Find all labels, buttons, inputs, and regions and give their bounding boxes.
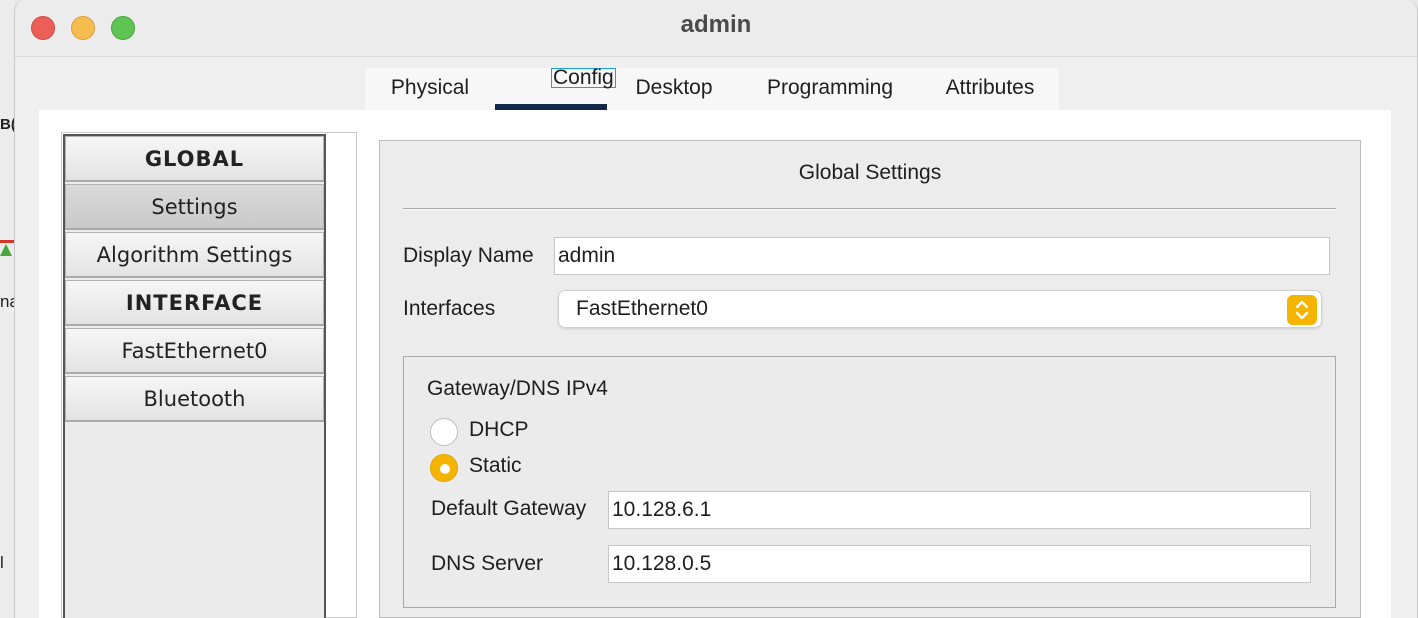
up-down-chevron-icon: [1287, 295, 1317, 325]
tab-programming[interactable]: Programming: [755, 68, 905, 110]
radio-unchecked-icon: [430, 418, 458, 446]
tab-desktop[interactable]: Desktop: [623, 68, 725, 110]
nav-item-bluetooth[interactable]: Bluetooth: [65, 376, 324, 422]
dns-server-input[interactable]: [608, 545, 1311, 583]
device-config-window: admin Physical Config Desktop Programmin…: [14, 0, 1418, 618]
config-nav-scroll-pane: GLOBAL Settings Algorithm Settings INTER…: [61, 132, 357, 618]
interfaces-select[interactable]: FastEthernet0: [558, 290, 1322, 328]
interfaces-label: Interfaces: [403, 297, 496, 320]
default-gateway-input[interactable]: [608, 491, 1311, 529]
nav-header-interface: INTERFACE: [65, 280, 324, 326]
display-name-label: Display Name: [403, 244, 534, 267]
static-radio-label: Static: [469, 454, 522, 477]
nav-header-global: GLOBAL: [65, 136, 324, 182]
nav-item-settings[interactable]: Settings: [65, 184, 324, 230]
panel-title: Global Settings: [798, 161, 942, 184]
tab-bar: Physical Config Desktop Programming Attr…: [365, 67, 1059, 111]
tab-config[interactable]: Config: [495, 67, 616, 111]
display-name-input[interactable]: [554, 237, 1330, 275]
config-content: GLOBAL Settings Algorithm Settings INTER…: [39, 110, 1391, 618]
divider: [403, 208, 1336, 209]
dhcp-radio-label: DHCP: [469, 418, 529, 441]
config-nav-list: GLOBAL Settings Algorithm Settings INTER…: [63, 134, 326, 618]
gateway-group-title: Gateway/DNS IPv4: [427, 377, 608, 400]
nav-item-fastethernet0[interactable]: FastEthernet0: [65, 328, 324, 374]
radio-checked-icon: [430, 454, 458, 482]
title-bar: admin: [15, 0, 1417, 57]
nav-item-algorithm-settings[interactable]: Algorithm Settings: [65, 232, 324, 278]
tab-attributes[interactable]: Attributes: [937, 68, 1043, 110]
tab-physical[interactable]: Physical: [379, 68, 481, 110]
dns-server-label: DNS Server: [431, 552, 544, 575]
tab-config-label: Config: [551, 66, 616, 89]
background-text-fragment: l: [0, 553, 4, 572]
gateway-dns-group: Gateway/DNS IPv4 DHCP Static Default Gat…: [403, 356, 1336, 608]
default-gateway-label: Default Gateway: [431, 497, 587, 520]
background-icon-fragment: [0, 240, 14, 256]
interfaces-select-value: FastEthernet0: [576, 297, 708, 320]
window-title: admin: [680, 11, 752, 38]
global-settings-panel: Global Settings Display Name Interfaces …: [379, 140, 1361, 618]
